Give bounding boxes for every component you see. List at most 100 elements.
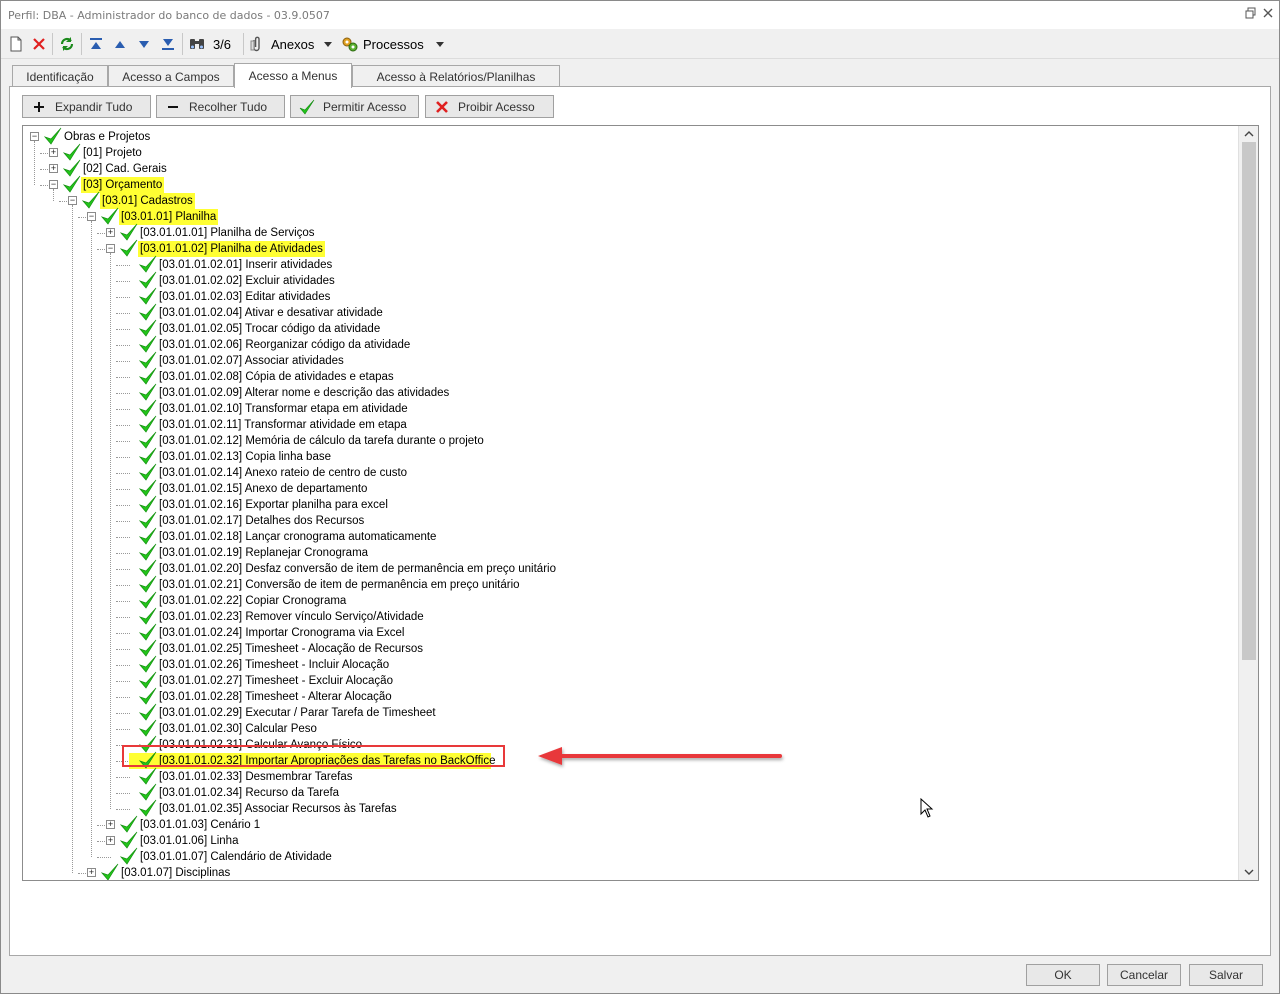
tab-acesso-menus[interactable]: Acesso a Menus <box>234 63 352 88</box>
tree-node[interactable]: [03.01.01.02.34] Recurso da Tarefa <box>23 783 1223 801</box>
tree-node[interactable]: [03.01.01.02.14] Anexo rateio de centro … <box>23 463 1223 481</box>
tree-node[interactable]: [03.01.01.02.35] Associar Recursos às Ta… <box>23 799 1223 817</box>
tree-node[interactable]: − [03.01] Cadastros <box>23 191 1223 209</box>
tree-node-label: [03.01.01.02.11] Transformar atividade e… <box>159 419 407 431</box>
tree-node[interactable]: [03.01.01.02.05] Trocar código da ativid… <box>23 319 1223 337</box>
expand-all-button[interactable]: Expandir Tudo <box>22 95 151 118</box>
collapse-node-icon[interactable]: − <box>106 244 115 253</box>
expand-node-icon[interactable]: + <box>49 148 58 157</box>
tree-node[interactable]: [03.01.01.07] Calendário de Atividade <box>23 847 1223 865</box>
tree-node[interactable]: [03.01.01.02.06] Reorganizar código da a… <box>23 335 1223 353</box>
tree-node[interactable]: [03.01.01.02.17] Detalhes dos Recursos <box>23 511 1223 529</box>
tree-node[interactable]: [03.01.01.02.28] Timesheet - Alterar Alo… <box>23 687 1223 705</box>
tree-node[interactable]: [03.01.01.02.19] Replanejar Cronograma <box>23 543 1223 561</box>
tree-node[interactable]: [03.01.01.02.33] Desmembrar Tarefas <box>23 767 1223 785</box>
allow-access-button[interactable]: Permitir Acesso <box>290 95 419 118</box>
tree-node[interactable]: − [03.01.01.02] Planilha de Atividades <box>23 239 1223 257</box>
tree-node[interactable]: + [03.01.01.06] Linha <box>23 831 1223 849</box>
tree-node[interactable]: [03.01.01.02.02] Excluir atividades <box>23 271 1223 289</box>
vertical-scrollbar[interactable] <box>1238 126 1258 880</box>
tree-node[interactable]: [03.01.01.02.26] Timesheet - Incluir Alo… <box>23 655 1223 673</box>
toolbar-separator <box>182 33 183 55</box>
tree-node[interactable]: [03.01.01.02.09] Alterar nome e descriçã… <box>23 383 1223 401</box>
tree-node[interactable]: [03.01.01.02.20] Desfaz conversão de ite… <box>23 559 1223 577</box>
next-record-icon[interactable] <box>134 32 154 56</box>
first-record-icon[interactable] <box>86 32 106 56</box>
tree-node[interactable]: [03.01.01.02.23] Remover vínculo Serviço… <box>23 607 1223 625</box>
access-check-icon[interactable] <box>81 191 100 209</box>
tree-node[interactable]: [03.01.01.02.30] Calcular Peso <box>23 719 1223 737</box>
tree-node[interactable]: [03.01.01.02.18] Lançar cronograma autom… <box>23 527 1223 545</box>
save-button[interactable]: Salvar <box>1189 964 1263 986</box>
ok-button[interactable]: OK <box>1026 964 1100 986</box>
tree-node[interactable]: [03.01.01.02.01] Inserir atividades <box>23 255 1223 273</box>
expand-node-icon[interactable]: + <box>87 868 96 877</box>
tree-node[interactable]: + [03.01.07] Disciplinas <box>23 863 1223 880</box>
tree-node[interactable]: [03.01.01.02.11] Transformar atividade e… <box>23 415 1223 433</box>
paperclip-icon <box>249 36 265 52</box>
tab-acesso-campos[interactable]: Acesso a Campos <box>108 65 234 87</box>
restore-icon[interactable] <box>1244 7 1258 21</box>
attachments-menu[interactable]: Anexos <box>249 32 335 56</box>
last-record-icon[interactable] <box>158 32 178 56</box>
toolbar-separator <box>81 33 82 55</box>
tree-node[interactable]: [03.01.01.02.04] Ativar e desativar ativ… <box>23 303 1223 321</box>
tree-node[interactable]: + [02] Cad. Gerais <box>23 159 1223 177</box>
access-check-icon[interactable] <box>100 207 119 225</box>
binoculars-icon[interactable] <box>187 32 207 56</box>
scroll-down-icon[interactable] <box>1239 864 1258 880</box>
access-check-icon[interactable] <box>119 847 138 865</box>
deny-access-button[interactable]: Proibir Acesso <box>425 95 554 118</box>
tree-node[interactable]: [03.01.01.02.25] Timesheet - Alocação de… <box>23 639 1223 657</box>
previous-record-icon[interactable] <box>110 32 130 56</box>
scrollbar-thumb[interactable] <box>1242 142 1256 660</box>
tree-node[interactable]: [03.01.01.02.03] Editar atividades <box>23 287 1223 305</box>
tree-node[interactable]: − [03.01.01] Planilha <box>23 207 1223 225</box>
expand-node-icon[interactable]: + <box>49 164 58 173</box>
cancel-button[interactable]: Cancelar <box>1107 964 1181 986</box>
tree-node[interactable]: [03.01.01.02.10] Transformar etapa em at… <box>23 399 1223 417</box>
tab-identificacao[interactable]: Identificação <box>12 65 108 87</box>
new-icon[interactable] <box>7 32 25 56</box>
expand-node-icon[interactable]: + <box>106 228 115 237</box>
access-check-icon[interactable] <box>138 799 157 817</box>
tree-node-label: [03.01.01.02.02] Excluir atividades <box>159 275 335 287</box>
access-check-icon[interactable] <box>62 175 81 193</box>
attachments-label: Anexos <box>271 36 315 52</box>
access-check-icon[interactable] <box>43 127 62 145</box>
expand-node-icon[interactable]: + <box>106 836 115 845</box>
access-check-icon[interactable] <box>119 239 138 257</box>
tree-node[interactable]: [03.01.01.02.15] Anexo de departamento <box>23 479 1223 497</box>
tree-node[interactable]: − Obras e Projetos <box>23 127 1223 145</box>
tree-node[interactable]: [03.01.01.02.13] Copia linha base <box>23 447 1223 465</box>
collapse-node-icon[interactable]: − <box>87 212 96 221</box>
collapse-node-icon[interactable]: − <box>49 180 58 189</box>
delete-icon[interactable] <box>30 32 48 56</box>
tree-node[interactable]: [03.01.01.02.07] Associar atividades <box>23 351 1223 369</box>
expand-node-icon[interactable]: + <box>106 820 115 829</box>
refresh-icon[interactable] <box>57 32 77 56</box>
tree-node[interactable]: [03.01.01.02.16] Exportar planilha para … <box>23 495 1223 513</box>
tree-node-label: [03.01.01.02.08] Cópia de atividades e e… <box>159 371 394 383</box>
close-icon[interactable] <box>1261 7 1275 21</box>
tree-node[interactable]: [03.01.01.02.08] Cópia de atividades e e… <box>23 367 1223 385</box>
tree-node[interactable]: + [03.01.01.01] Planilha de Serviços <box>23 223 1223 241</box>
tree-node[interactable]: [03.01.01.02.27] Timesheet - Excluir Alo… <box>23 671 1223 689</box>
tree-node[interactable]: [03.01.01.02.21] Conversão de item de pe… <box>23 575 1223 593</box>
tree-node[interactable]: + [03.01.01.03] Cenário 1 <box>23 815 1223 833</box>
tree-node[interactable]: [03.01.01.02.22] Copiar Cronograma <box>23 591 1223 609</box>
tree-node[interactable]: [03.01.01.02.24] Importar Cronograma via… <box>23 623 1223 641</box>
tree-node[interactable]: [03.01.01.02.29] Executar / Parar Tarefa… <box>23 703 1223 721</box>
record-counter: 3/6 <box>212 36 232 52</box>
collapse-node-icon[interactable]: − <box>68 196 77 205</box>
tab-acesso-relatorios[interactable]: Acesso à Relatórios/Planilhas <box>352 65 560 87</box>
tree-node-label: [03.01.01.02.34] Recurso da Tarefa <box>159 787 340 799</box>
tree-node[interactable]: + [01] Projeto <box>23 143 1223 161</box>
access-check-icon[interactable] <box>100 863 119 880</box>
collapse-all-button[interactable]: Recolher Tudo <box>156 95 285 118</box>
collapse-node-icon[interactable]: − <box>30 132 39 141</box>
processes-menu[interactable]: Processos <box>341 32 444 56</box>
scroll-up-icon[interactable] <box>1239 126 1258 142</box>
tree-node[interactable]: − [03] Orçamento <box>23 175 1223 193</box>
tree-node[interactable]: [03.01.01.02.12] Memória de cálculo da t… <box>23 431 1223 449</box>
